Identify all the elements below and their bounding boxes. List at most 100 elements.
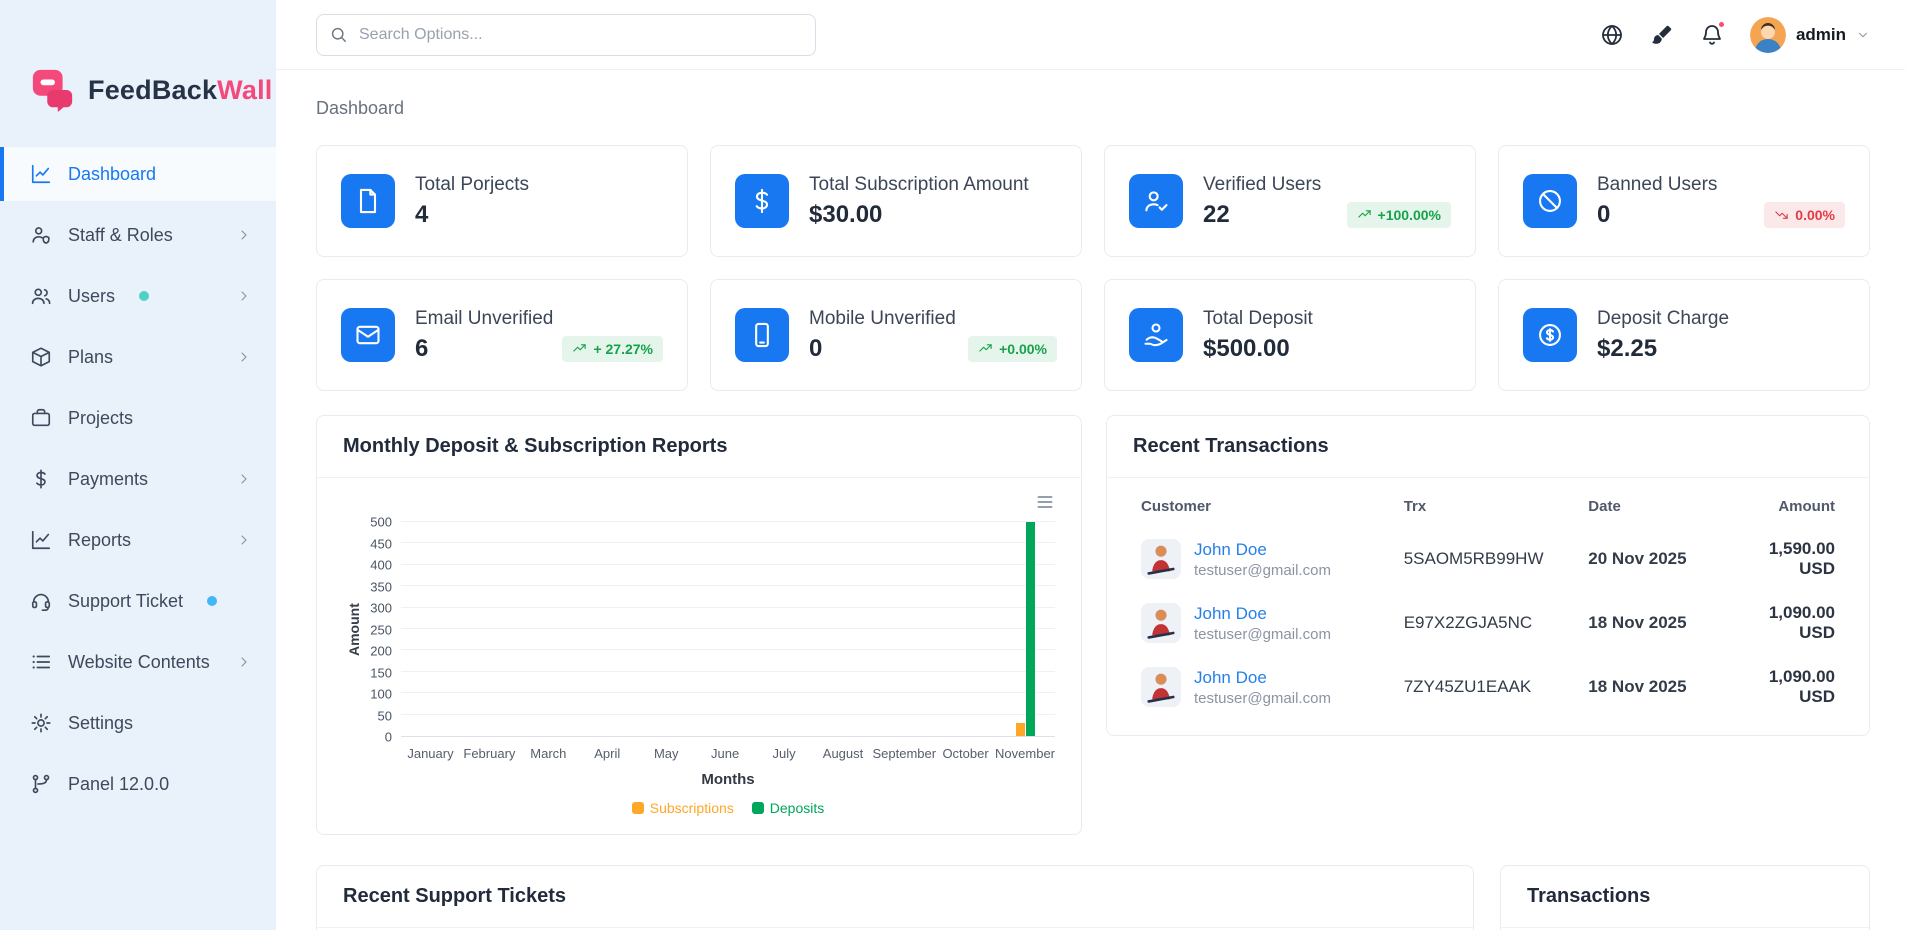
x-tick-label: May	[653, 746, 679, 761]
stats-grid: Total Porjects 4 Total Subscription Amou…	[316, 145, 1870, 391]
user-name: admin	[1795, 24, 1846, 44]
col-amount: Amount	[1778, 498, 1835, 515]
sidebar-item-projects[interactable]: Projects	[0, 391, 276, 445]
trx-code: E97X2ZGJA5NC	[1403, 613, 1533, 632]
chart-card-title: Monthly Deposit & Subscription Reports	[317, 416, 1081, 478]
sidebar-item-dashboard[interactable]: Dashboard	[0, 147, 276, 201]
main-area: admin Dashboard Total Porjects 4	[276, 0, 1905, 930]
file-icon	[341, 174, 395, 228]
chart-menu-icon[interactable]	[1035, 492, 1055, 512]
bar-group-november	[996, 522, 1055, 736]
x-tick-label: February	[463, 746, 516, 761]
stat-card-verified-users: Verified Users 22 +100.00%	[1104, 145, 1476, 257]
trx-date: 18 Nov 2025	[1588, 613, 1687, 632]
bar-group-may	[639, 522, 698, 736]
sidebar-item-users[interactable]: Users	[0, 269, 276, 323]
x-tick-label: October	[942, 746, 989, 761]
transactions-card: Transactions	[1500, 865, 1870, 930]
chart-line-icon	[30, 163, 52, 185]
y-tick-label: 100	[370, 686, 392, 702]
customer-name-link[interactable]: John Doe	[1194, 668, 1331, 688]
customer-email: testuser@gmail.com	[1194, 625, 1331, 643]
trx-code: 7ZY45ZU1EAAK	[1403, 677, 1532, 696]
stat-card-banned-users: Banned Users 0 0.00%	[1498, 145, 1870, 257]
customer-name-link[interactable]: John Doe	[1194, 604, 1331, 624]
legend-subscriptions[interactable]: Subscriptions	[631, 800, 734, 816]
sidebar-item-panel-version[interactable]: Panel 12.0.0	[0, 757, 276, 811]
search-icon	[329, 25, 348, 44]
col-customer: Customer	[1141, 498, 1212, 515]
trend-badge: + 27.27%	[562, 335, 663, 362]
topbar: admin	[276, 0, 1905, 70]
trend-badge: +100.00%	[1346, 201, 1451, 228]
x-tick-label: July	[772, 746, 796, 761]
chat-bubbles-icon	[30, 67, 76, 113]
legend-deposits[interactable]: Deposits	[751, 800, 824, 816]
sidebar-item-staff-roles[interactable]: Staff & Roles	[0, 208, 276, 262]
legend-marker	[751, 802, 764, 814]
sidebar-item-website-contents[interactable]: Website Contents	[0, 635, 276, 689]
transaction-row: John Doe testuser@gmail.com E97X2ZGJA5NC…	[1133, 591, 1843, 655]
brush-icon[interactable]	[1650, 23, 1674, 47]
app: FeedBackWall Dashboard Staff & Roles Use…	[0, 0, 1905, 930]
chevron-right-icon	[236, 349, 252, 365]
search-box	[316, 13, 816, 56]
breadcrumb: Dashboard	[316, 98, 405, 118]
x-tick-label: September	[872, 746, 937, 761]
sidebar: FeedBackWall Dashboard Staff & Roles Use…	[0, 0, 276, 930]
customer-avatar	[1141, 603, 1181, 643]
trx-date: 18 Nov 2025	[1588, 677, 1687, 696]
content: Dashboard Total Porjects 4 Total Subscri…	[276, 70, 1905, 930]
brand-logo[interactable]: FeedBackWall	[0, 0, 276, 140]
recent-transactions-table: Customer Trx Date Amount John Doe testus…	[1133, 482, 1843, 719]
customer-email: testuser@gmail.com	[1194, 689, 1331, 707]
x-tick-label: January	[407, 746, 454, 761]
x-tick-label: March	[530, 746, 567, 761]
users-notification-dot	[139, 291, 150, 301]
chevron-right-icon	[236, 654, 252, 670]
transactions-title: Transactions	[1501, 866, 1869, 928]
customer-avatar	[1141, 539, 1181, 579]
y-tick-label: 500	[370, 514, 392, 530]
sidebar-item-payments[interactable]: Payments	[0, 452, 276, 506]
sidebar-item-plans[interactable]: Plans	[0, 330, 276, 384]
y-tick-label: 150	[370, 665, 392, 680]
sidebar-item-settings[interactable]: Settings	[0, 696, 276, 750]
trx-amount: 1,090.00 USD	[1768, 603, 1835, 642]
y-tick-label: 50	[377, 708, 392, 723]
chart-x-axis-title: Months	[701, 771, 755, 788]
chart-x-labels: January February March April May June July Augu…	[401, 746, 1055, 761]
sidebar-item-support-ticket[interactable]: Support Ticket	[0, 574, 276, 628]
trx-date: 20 Nov 2025	[1588, 549, 1687, 568]
code-branch-icon	[30, 773, 52, 795]
stat-card-total-deposit: Total Deposit $500.00	[1104, 279, 1476, 391]
bell-icon[interactable]	[1700, 19, 1726, 47]
topbar-actions: admin	[1600, 16, 1870, 53]
bar-group-january	[401, 522, 460, 736]
avatar	[1749, 16, 1786, 53]
search-input[interactable]	[316, 13, 816, 56]
recent-transactions-title: Recent Transactions	[1107, 416, 1869, 478]
customer-name-link[interactable]: John Doe	[1194, 540, 1331, 560]
recent-transactions-card: Recent Transactions Customer Trx Date Am…	[1106, 415, 1870, 736]
globe-icon[interactable]	[1600, 23, 1624, 47]
y-tick-label: 400	[370, 557, 392, 573]
bar-group-april	[579, 522, 638, 736]
y-tick-label: 350	[370, 579, 392, 594]
sidebar-item-reports[interactable]: Reports	[0, 513, 276, 567]
chart-y-axis-title: Amount	[346, 603, 362, 656]
x-tick-label: April	[594, 746, 621, 761]
list-icon	[30, 651, 52, 673]
bar-deposits-november	[1025, 522, 1035, 736]
user-menu[interactable]: admin	[1749, 16, 1870, 53]
dollar-icon	[735, 174, 789, 228]
bar-subscriptions-november	[1015, 723, 1025, 736]
users-icon	[30, 285, 52, 307]
cube-icon	[30, 346, 52, 368]
briefcase-icon	[30, 407, 52, 429]
bar-group-september	[877, 522, 936, 736]
gear-icon	[30, 712, 52, 734]
bar-group-june	[698, 522, 757, 736]
stat-card-deposit-charge: Deposit Charge $2.25	[1498, 279, 1870, 391]
bar-group-february	[460, 522, 519, 736]
